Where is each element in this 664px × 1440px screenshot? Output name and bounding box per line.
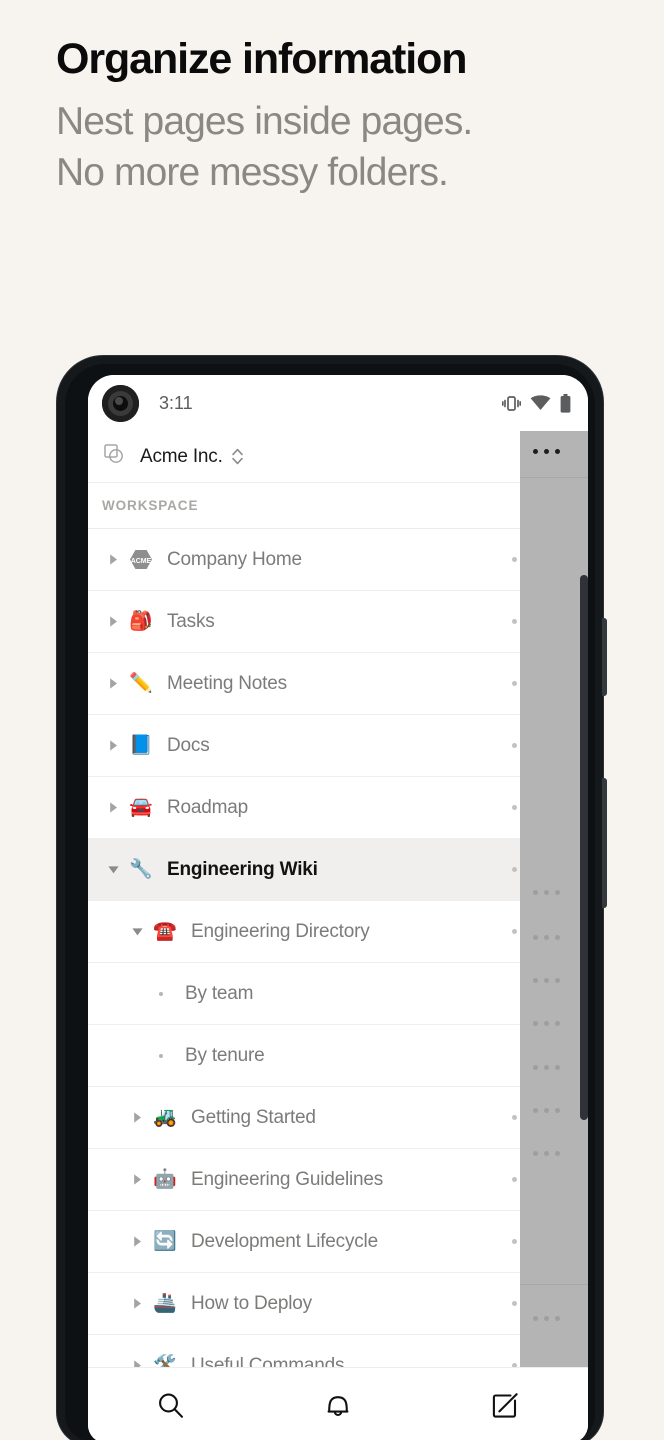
more-options-icon[interactable] (533, 1108, 560, 1113)
subtitle-line-2: No more messy folders. (56, 151, 449, 195)
chevron-right-icon[interactable] (126, 1173, 148, 1186)
chevron-right-icon[interactable] (102, 615, 124, 628)
phone-volume-button[interactable] (602, 618, 607, 696)
chevron-right-icon[interactable] (126, 1235, 148, 1248)
compose-button[interactable] (421, 1391, 588, 1421)
bottom-navigation (88, 1367, 588, 1440)
status-icons (502, 393, 571, 413)
tree-row[interactable]: 🚜 Getting Started (88, 1087, 588, 1149)
front-camera-cutout-icon (102, 384, 139, 422)
tree-row-label: Getting Started (191, 1106, 316, 1128)
status-bar: 3:11 (88, 375, 588, 431)
battery-icon (560, 393, 571, 413)
svg-text:ACME: ACME (131, 558, 152, 565)
tree-row-label: How to Deploy (191, 1292, 312, 1314)
tree-row[interactable]: 🚢 How to Deploy (88, 1273, 588, 1335)
tree-row[interactable]: ACME Company Home (88, 529, 588, 591)
chevron-up-down-icon[interactable] (231, 447, 244, 466)
tractor-emoji-icon: 🚜 (153, 1107, 177, 1128)
backpack-emoji-icon: 🎒 (129, 611, 153, 632)
phone-power-button[interactable] (602, 778, 607, 908)
robot-emoji-icon: 🤖 (153, 1169, 177, 1190)
divider (520, 1284, 588, 1285)
more-options-icon[interactable] (533, 449, 560, 454)
subtitle-line-1: Nest pages inside pages. (56, 99, 473, 143)
promo-screenshot: Organize information Nest pages inside p… (0, 0, 664, 1440)
acme-hex-logo-icon: ACME (128, 549, 154, 570)
tree-row-label: Tasks (167, 610, 215, 632)
page-title: Organize information (56, 35, 468, 83)
wrench-emoji-icon: 🔧 (129, 859, 153, 880)
page-tree: ACME Company Home 🎒 Tasks ✏️ Meeting Notes 📘 Do… (88, 529, 588, 1397)
tree-row[interactable]: 🎒 Tasks (88, 591, 588, 653)
tree-row[interactable]: By tenure (88, 1025, 588, 1087)
tree-row-label: Roadmap (167, 796, 248, 818)
more-options-icon[interactable] (533, 890, 560, 895)
tree-row[interactable]: 🔄 Development Lifecycle (88, 1211, 588, 1273)
notifications-button[interactable] (255, 1390, 422, 1422)
pencil-emoji-icon: ✏️ (129, 673, 153, 694)
tree-row-label: By team (185, 982, 254, 1004)
tree-row-label: Engineering Directory (191, 920, 370, 942)
telephone-emoji-icon: ☎️ (153, 921, 177, 942)
more-options-icon[interactable] (533, 935, 560, 940)
ship-emoji-icon: 🚢 (153, 1293, 177, 1314)
tree-row[interactable]: 🔧 Engineering Wiki (88, 839, 588, 901)
more-options-icon[interactable] (533, 1151, 560, 1156)
blue-book-emoji-icon: 📘 (129, 735, 153, 756)
tree-row[interactable]: 📘 Docs (88, 715, 588, 777)
compose-icon (490, 1391, 520, 1421)
chevron-right-icon[interactable] (102, 553, 124, 566)
marketing-copy: Organize information Nest pages inside p… (56, 34, 636, 199)
tree-row[interactable]: ✏️ Meeting Notes (88, 653, 588, 715)
arrows-cycle-emoji-icon: 🔄 (153, 1231, 177, 1252)
more-options-icon[interactable] (533, 1065, 560, 1070)
chevron-right-icon[interactable] (102, 677, 124, 690)
side-peek-panel[interactable] (520, 431, 588, 1367)
chevron-right-icon[interactable] (126, 1111, 148, 1124)
chevron-down-icon[interactable] (102, 863, 124, 876)
bullet-dot-icon (150, 1053, 172, 1058)
tree-row-label: Company Home (167, 548, 302, 570)
tree-row-label: Engineering Wiki (167, 858, 318, 880)
workspace-shapes-icon (102, 442, 127, 472)
search-button[interactable] (88, 1390, 255, 1422)
vertical-scrollbar[interactable] (580, 575, 588, 1120)
wifi-icon (530, 395, 551, 411)
tree-row[interactable]: ☎️ Engineering Directory (88, 901, 588, 963)
tree-row[interactable]: 🤖 Engineering Guidelines (88, 1149, 588, 1211)
tree-row-label: Development Lifecycle (191, 1230, 378, 1252)
tree-row-label: By tenure (185, 1044, 265, 1066)
car-emoji-icon: 🚘 (129, 797, 153, 818)
divider (520, 477, 588, 478)
bullet-dot-icon (150, 991, 172, 996)
status-clock: 3:11 (159, 392, 193, 413)
chevron-right-icon[interactable] (102, 801, 124, 814)
bell-icon (323, 1390, 353, 1422)
chevron-down-icon[interactable] (126, 925, 148, 938)
chevron-right-icon[interactable] (126, 1297, 148, 1310)
tree-row[interactable]: 🚘 Roadmap (88, 777, 588, 839)
tree-row[interactable]: By team (88, 963, 588, 1025)
vibrate-icon (502, 395, 521, 412)
more-options-icon[interactable] (533, 1021, 560, 1026)
phone-screen: 3:11 Acme Inc. WORKSPACE ACME Company Ho… (88, 375, 588, 1440)
more-options-icon[interactable] (533, 978, 560, 983)
tree-row-label: Docs (167, 734, 210, 756)
tree-row-label: Engineering Guidelines (191, 1168, 384, 1190)
workspace-name: Acme Inc. (140, 445, 223, 467)
tree-row-label: Meeting Notes (167, 672, 287, 694)
workspace-switcher[interactable]: Acme Inc. (88, 431, 588, 483)
search-icon (155, 1390, 187, 1422)
section-label-workspace: WORKSPACE (88, 483, 588, 529)
phone-mockup: 3:11 Acme Inc. WORKSPACE ACME Company Ho… (57, 356, 607, 1440)
chevron-right-icon[interactable] (102, 739, 124, 752)
more-options-icon[interactable] (533, 1316, 560, 1321)
